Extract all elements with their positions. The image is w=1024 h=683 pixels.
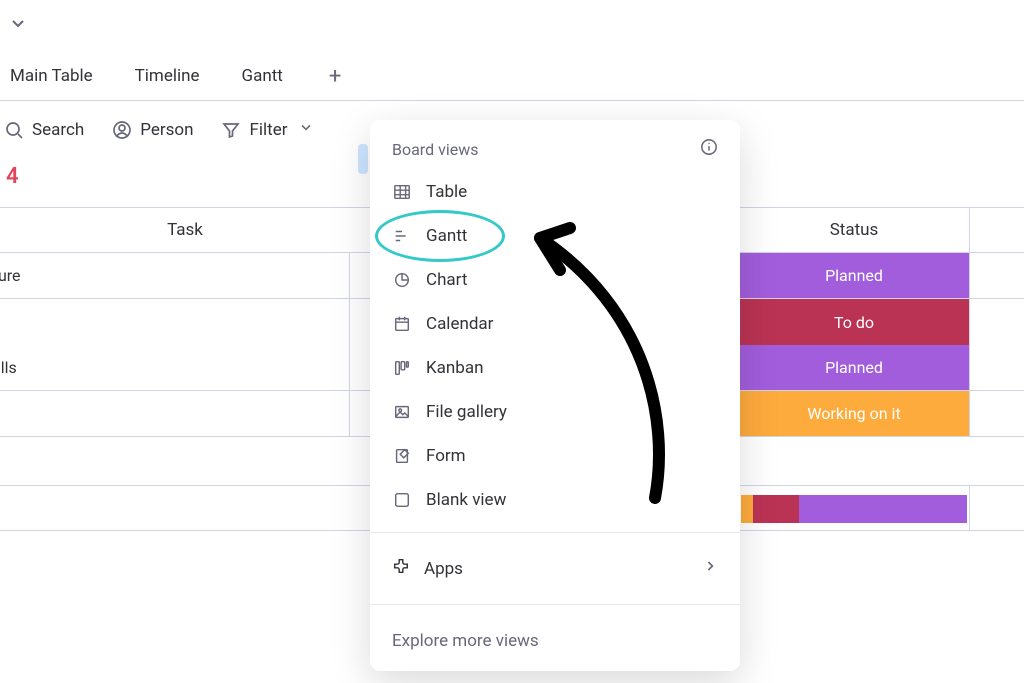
view-option-file-gallery[interactable]: File gallery [370,390,740,434]
view-option-label: File gallery [426,402,507,422]
view-option-blank-view[interactable]: Blank view [370,478,740,522]
popover-title: Board views [392,140,478,159]
table-icon [392,183,412,201]
explore-more-views[interactable]: Explore more views [370,615,740,671]
divider [370,532,740,533]
form-icon [392,447,412,465]
status-pill[interactable]: Working on it [739,391,969,436]
summary-seg-working [741,495,753,523]
view-option-table[interactable]: Table [370,170,740,214]
filter-button[interactable]: Filter [221,119,313,140]
tab-main-table[interactable]: Main Table [10,62,93,90]
chevron-right-icon [702,558,718,579]
calendar-icon [392,315,412,333]
chevron-down-icon[interactable] [8,13,28,37]
view-option-kanban[interactable]: Kanban [370,346,740,390]
view-option-label: Kanban [426,358,483,378]
filter-icon [221,120,241,140]
summary-seg-todo [753,495,799,523]
search-icon [4,120,24,140]
gantt-icon [392,227,412,245]
view-option-apps[interactable]: Apps [370,543,740,594]
apps-icon [392,557,410,580]
person-label: Person [140,120,193,140]
column-header-stub [969,208,1024,252]
view-option-label: Chart [426,270,467,290]
chart-icon [392,271,412,289]
column-header-status[interactable]: Status [739,220,969,240]
add-view-button[interactable]: + [325,64,345,89]
info-icon[interactable] [700,138,718,160]
filter-label: Filter [249,120,287,140]
cell-task[interactable] [0,299,350,345]
board-views-popover: Board views Table Gantt Chart Calendar K… [370,120,740,671]
view-option-label: Form [426,446,466,466]
tab-timeline[interactable]: Timeline [135,62,200,90]
search-label: Search [32,120,84,140]
view-option-label: Blank view [426,490,506,510]
status-summary-bar[interactable] [739,486,969,530]
person-icon [112,120,132,140]
column-header-task[interactable]: Task [0,220,370,240]
view-option-label: Apps [424,559,463,579]
tab-gantt[interactable]: Gantt [242,62,283,90]
view-option-label: Calendar [426,314,493,334]
summary-seg-planned [799,495,967,523]
status-pill[interactable]: Planned [739,345,969,390]
view-option-form[interactable]: Form [370,434,740,478]
blank-view-icon [392,491,412,509]
status-pill[interactable]: Planned [739,253,969,298]
insert-indicator [358,144,368,174]
view-option-gantt[interactable]: Gantt [370,214,740,258]
view-option-label: Gantt [426,226,467,246]
cell-task[interactable]: walls [0,345,350,390]
cell-task[interactable]: m [0,391,350,436]
divider [370,604,740,605]
status-pill[interactable]: To do [739,299,969,345]
view-option-label: Table [426,182,467,202]
chevron-down-icon [298,119,314,140]
view-tabs: Main Table Timeline Gantt + [0,62,1024,101]
view-option-chart[interactable]: Chart [370,258,740,302]
person-filter-button[interactable]: Person [112,120,193,140]
cell-task[interactable]: niture [0,253,350,298]
view-option-calendar[interactable]: Calendar [370,302,740,346]
file-gallery-icon [392,403,412,421]
search-button[interactable]: Search [4,120,84,140]
kanban-icon [392,359,412,377]
